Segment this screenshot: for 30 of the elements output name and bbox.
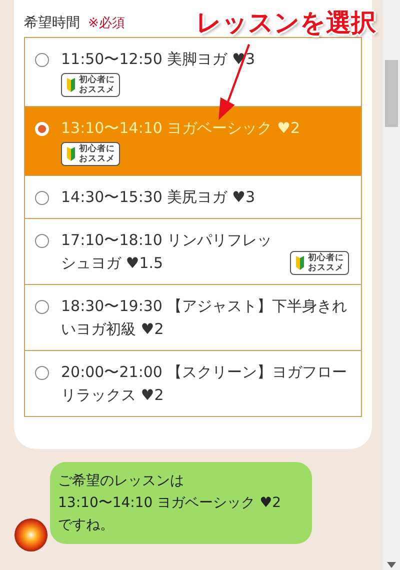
badge-text: 初心者に: [79, 144, 115, 154]
badge-text: おススメ: [79, 85, 115, 95]
badge-text: 初心者に: [308, 253, 344, 263]
lesson-text: 14:30〜15:30 美尻ヨガ ♥3: [61, 187, 256, 208]
lesson-option[interactable]: 13:10〜14:10 ヨガベーシック ♥2 初心者に おススメ: [25, 106, 361, 175]
radio-button[interactable]: [35, 53, 49, 67]
leaf-icon: [66, 77, 76, 93]
lesson-text: 20:00〜21:00 【スクリーン】ヨガフローリラックス ♥2: [61, 362, 348, 406]
radio-button[interactable]: [35, 366, 49, 380]
lesson-text: 13:10〜14:10 ヨガベーシック ♥2: [61, 118, 301, 139]
radio-button[interactable]: [35, 191, 49, 205]
leaf-icon: [295, 255, 305, 271]
message-text: 13:10〜14:10 ヨガベーシック ♥2: [58, 494, 282, 513]
leaf-icon: [66, 146, 76, 162]
avatar-icon: [14, 518, 48, 552]
lesson-text: 18:30〜19:30 【アジャスト】下半身きれいヨガ初級 ♥2: [61, 296, 348, 340]
badge-text: おススメ: [79, 154, 115, 164]
annotation-text: レッスンを選択: [196, 7, 376, 39]
scrollbar[interactable]: [383, 0, 400, 570]
badge-text: おススメ: [308, 263, 344, 273]
scroll-thumb[interactable]: [385, 60, 398, 127]
radio-button[interactable]: [35, 300, 49, 314]
radio-button[interactable]: [35, 234, 49, 248]
field-label: 希望時間: [24, 14, 80, 32]
message-text: ご希望のレッスンは: [58, 472, 185, 491]
badge-text: 初心者に: [79, 75, 115, 85]
required-note: ※必須: [88, 15, 125, 32]
message-text: ですね。: [58, 516, 115, 535]
down-arrow-icon[interactable]: [387, 562, 396, 568]
lesson-text: 17:10〜18:10 リンパリフレッシュヨガ ♥1.5: [61, 230, 274, 274]
